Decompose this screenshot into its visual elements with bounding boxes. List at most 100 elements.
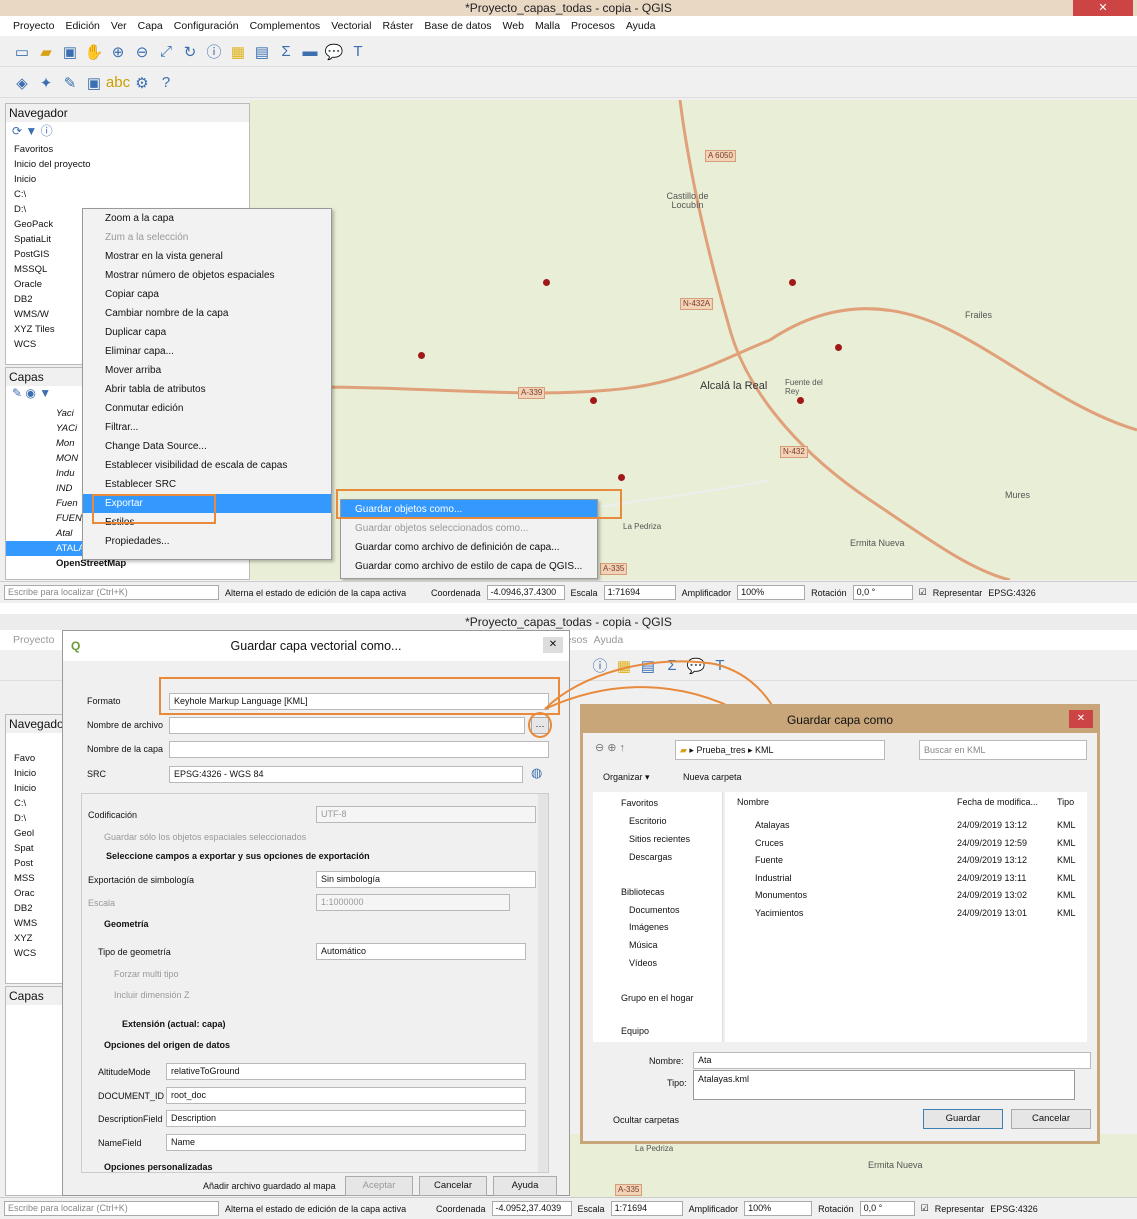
layername-input[interactable] [169,741,549,758]
menu-item[interactable]: Vectorial [331,20,371,32]
scale-field[interactable]: 1:71694 [603,585,676,600]
zoom-in-icon[interactable]: ⊕ [108,42,128,62]
crs-select[interactable]: EPSG:4326 - WGS 84 [169,766,523,783]
file-row[interactable]: Industrial 24/09/2019 13:11 KML [725,871,1087,888]
save-layer-definition[interactable]: Guardar como archivo de definición de ca… [341,538,597,557]
new-layer-icon[interactable]: ✦ [36,73,56,93]
fields-section-toggle[interactable]: Seleccione campos a exportar y sus opcio… [106,851,370,861]
nav-item-recent[interactable]: Sitios recientes [629,834,690,844]
nav-item-downloads[interactable]: Descargas [629,852,672,862]
browser-item[interactable]: Inicio [6,172,249,187]
cancel-button[interactable]: Cancelar [419,1176,487,1196]
annotation-icon[interactable]: 💬 [324,42,344,62]
geometry-section-toggle[interactable]: Geometría [104,919,149,929]
map-point[interactable] [797,397,804,404]
identify-icon[interactable]: ⓘ [204,42,224,62]
render-checkbox[interactable]: ☑ [921,1203,929,1214]
browser-item[interactable]: C:\ [6,187,249,202]
open-project-icon[interactable]: ▰ [36,42,56,62]
ctx-move-top[interactable]: Mover arriba [83,361,331,380]
menu-item[interactable]: Edición [65,20,99,32]
save-project-icon[interactable]: ▣ [60,42,80,62]
scale-select[interactable]: 1:1000000 [316,894,510,911]
text-icon[interactable]: T [348,42,368,62]
path-segment[interactable]: Prueba_tres [696,745,745,755]
nav-item-favorites[interactable]: Favoritos [621,798,658,808]
add-to-map-checkbox[interactable]: Añadir archivo guardado al mapa [203,1181,336,1191]
scale-field[interactable]: 1:71694 [610,1201,683,1216]
close-icon[interactable]: ✕ [1069,710,1093,728]
menu-item[interactable]: Ayuda [594,634,624,646]
select-icon[interactable]: ▦ [228,42,248,62]
ctx-toggle-editing[interactable]: Conmutar edición [83,399,331,418]
column-name[interactable]: Nombre [737,797,769,807]
ctx-show-count[interactable]: Mostrar número de objetos espaciales [83,266,331,285]
autocomplete-suggestion[interactable]: Atalayas.kml [698,1074,749,1084]
extent-section-toggle[interactable]: Extensión (actual: capa) [122,1019,226,1029]
measure-icon[interactable]: ▬ [300,42,320,62]
zoom-out-icon[interactable]: ⊖ [132,42,152,62]
save-button[interactable]: Guardar [923,1109,1003,1129]
menu-item[interactable]: Procesos [571,20,615,32]
menu-item[interactable]: Proyecto [13,20,54,32]
new-folder-button[interactable]: Nueva carpeta [683,772,742,782]
save-edits-icon[interactable]: ▣ [84,73,104,93]
statistics-icon[interactable]: Σ [276,42,296,62]
nav-item-computer[interactable]: Equipo [621,1026,649,1036]
encoding-select[interactable]: UTF-8 [316,806,536,823]
nav-item-images[interactable]: Imágenes [629,922,669,932]
document-id-input[interactable]: root_doc [166,1087,526,1104]
menu-item[interactable]: Ver [111,20,127,32]
map-canvas[interactable]: La Pedriza Ermita Nueva A-335 [570,1134,1137,1206]
map-point[interactable] [835,344,842,351]
nav-item-libraries[interactable]: Bibliotecas [621,887,665,897]
magnifier-field[interactable]: 100% [744,1201,813,1216]
menu-item[interactable]: Web [503,20,524,32]
locator-search[interactable]: Escribe para localizar (Ctrl+K) [4,1201,219,1216]
accept-button[interactable]: Aceptar [345,1176,413,1196]
path-segment[interactable]: KML [755,745,774,755]
hide-folders-toggle[interactable]: Ocultar carpetas [613,1115,679,1125]
file-row[interactable]: Yacimientos 24/09/2019 13:01 KML [725,906,1087,923]
coordinate-field[interactable]: -4.0952,37.4039 [491,1201,572,1216]
custom-options-toggle[interactable]: Opciones personalizadas [104,1162,213,1172]
include-z-checkbox[interactable]: Incluir dimensión Z [114,990,190,1000]
new-project-icon[interactable]: ▭ [12,42,32,62]
nav-item-music[interactable]: Música [629,940,658,950]
attribute-table-icon[interactable]: ▤ [252,42,272,62]
file-search-input[interactable]: Buscar en KML [919,740,1087,760]
ctx-open-attribute-table[interactable]: Abrir tabla de atributos [83,380,331,399]
cancel-button[interactable]: Cancelar [1011,1109,1091,1129]
file-name-input[interactable]: Ata [693,1052,1091,1069]
nav-item-desktop[interactable]: Escritorio [629,816,667,826]
filename-input[interactable] [169,717,525,734]
file-row[interactable]: Cruces 24/09/2019 12:59 KML [725,836,1087,853]
ctx-scale-visibility[interactable]: Establecer visibilidad de escala de capa… [83,456,331,475]
refresh-icon[interactable]: ↻ [180,42,200,62]
save-style-file[interactable]: Guardar como archivo de estilo de capa d… [341,557,597,576]
nav-item-homegroup[interactable]: Grupo en el hogar [621,993,694,1003]
path-bar[interactable]: ▰ ▸ Prueba_tres ▸ KML [675,740,885,760]
file-row[interactable]: Atalayas 24/09/2019 13:12 KML [725,818,1087,835]
name-field-input[interactable]: Name [166,1134,526,1151]
altitude-select[interactable]: relativeToGround [166,1063,526,1080]
ctx-zoom-selection[interactable]: Zum a la selección [83,228,331,247]
ctx-duplicate-layer[interactable]: Duplicar capa [83,323,331,342]
nav-item-videos[interactable]: Vídeos [629,958,657,968]
map-point[interactable] [418,352,425,359]
rotation-field[interactable]: 0,0 ° [852,585,913,600]
ctx-zoom-layer[interactable]: Zoom a la capa [83,209,331,228]
label-icon[interactable]: abc [106,73,130,93]
geometry-type-select[interactable]: Automático [316,943,526,960]
ctx-copy-layer[interactable]: Copiar capa [83,285,331,304]
help-button[interactable]: Ayuda [493,1176,557,1196]
plugin-icon[interactable]: ⚙ [132,73,152,93]
save-selected-features-as[interactable]: Guardar objetos seleccionados como... [341,519,597,538]
close-icon[interactable]: ✕ [543,637,563,653]
zoom-full-icon[interactable]: ⤢ [156,42,176,62]
digitize-icon[interactable]: ✎ [60,73,80,93]
menu-item[interactable]: Proyecto [13,634,54,646]
map-point[interactable] [543,279,550,286]
only-selected-checkbox[interactable]: Guardar sólo los objetos espaciales sele… [104,832,306,842]
menu-item[interactable]: Ráster [382,20,413,32]
